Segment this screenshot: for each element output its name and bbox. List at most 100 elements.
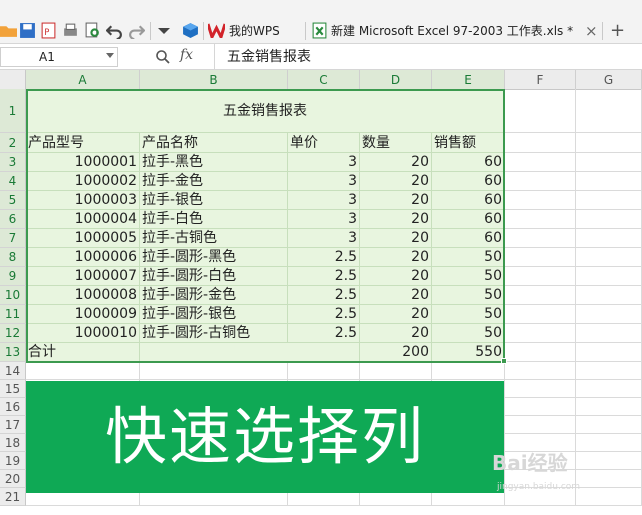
cell[interactable] [505, 153, 576, 172]
header-cell[interactable]: 销售额 [432, 133, 505, 153]
table-cell[interactable]: 拉手-黑色 [140, 153, 288, 172]
cell[interactable] [26, 362, 140, 380]
row-header-16[interactable]: 16 [0, 398, 26, 416]
table-cell[interactable]: 60 [432, 172, 505, 191]
cell[interactable] [505, 267, 576, 286]
formula-input[interactable]: 五金销售报表 [214, 44, 642, 70]
table-cell[interactable]: 2.5 [288, 305, 360, 324]
fill-handle[interactable] [501, 358, 507, 364]
cell[interactable] [360, 362, 432, 380]
cell[interactable] [505, 305, 576, 324]
cell[interactable] [576, 89, 642, 133]
cell[interactable] [576, 416, 642, 434]
undo-icon[interactable] [106, 22, 123, 39]
table-cell[interactable]: 3 [288, 172, 360, 191]
cell[interactable] [576, 210, 642, 229]
cell[interactable] [576, 305, 642, 324]
row-header-9[interactable]: 9 [0, 267, 26, 286]
cell[interactable] [505, 191, 576, 210]
table-cell[interactable]: 拉手-白色 [140, 210, 288, 229]
table-cell[interactable]: 1000004 [26, 210, 140, 229]
table-cell[interactable]: 1000001 [26, 153, 140, 172]
print-preview-icon[interactable] [84, 22, 101, 39]
row-header-11[interactable]: 11 [0, 305, 26, 324]
row-header-4[interactable]: 4 [0, 172, 26, 191]
table-cell[interactable]: 2.5 [288, 248, 360, 267]
cell[interactable] [140, 343, 360, 362]
cell[interactable] [505, 133, 576, 153]
cell[interactable] [576, 488, 642, 506]
row-header-20[interactable]: 20 [0, 470, 26, 488]
table-cell[interactable]: 60 [432, 153, 505, 172]
table-cell[interactable]: 拉手-银色 [140, 191, 288, 210]
table-cell[interactable]: 20 [360, 267, 432, 286]
header-cell[interactable]: 产品型号 [26, 133, 140, 153]
table-cell[interactable]: 20 [360, 191, 432, 210]
table-cell[interactable]: 50 [432, 305, 505, 324]
row-header-13[interactable]: 13 [0, 343, 26, 362]
column-header-a[interactable]: A [26, 70, 140, 90]
cell[interactable] [576, 248, 642, 267]
table-cell[interactable]: 拉手-古铜色 [140, 229, 288, 248]
table-cell[interactable]: 1000007 [26, 267, 140, 286]
cell[interactable] [505, 248, 576, 267]
column-header-f[interactable]: F [505, 70, 576, 90]
table-cell[interactable]: 1000002 [26, 172, 140, 191]
table-cell[interactable]: 60 [432, 210, 505, 229]
total-qty-cell[interactable]: 200 [360, 343, 432, 362]
table-cell[interactable]: 20 [360, 153, 432, 172]
table-cell[interactable]: 60 [432, 229, 505, 248]
table-cell[interactable]: 20 [360, 324, 432, 343]
table-cell[interactable]: 50 [432, 286, 505, 305]
row-header-21[interactable]: 21 [0, 488, 26, 506]
cell[interactable] [576, 229, 642, 248]
table-cell[interactable]: 20 [360, 305, 432, 324]
cell[interactable] [576, 470, 642, 488]
cell[interactable] [576, 324, 642, 343]
row-header-8[interactable]: 8 [0, 248, 26, 267]
redo-icon[interactable] [128, 22, 145, 39]
table-cell[interactable]: 3 [288, 229, 360, 248]
name-box[interactable]: A1 [0, 47, 118, 67]
cell[interactable] [576, 380, 642, 398]
export-pdf-icon[interactable]: P [40, 22, 57, 39]
column-header-c[interactable]: C [288, 70, 360, 90]
table-cell[interactable]: 2.5 [288, 324, 360, 343]
cell[interactable] [576, 286, 642, 305]
header-cell[interactable]: 产品名称 [140, 133, 288, 153]
row-header-1[interactable]: 1 [0, 89, 26, 133]
save-icon[interactable] [19, 22, 36, 39]
table-cell[interactable]: 20 [360, 229, 432, 248]
row-header-7[interactable]: 7 [0, 229, 26, 248]
table-cell[interactable]: 50 [432, 324, 505, 343]
table-cell[interactable]: 1000009 [26, 305, 140, 324]
table-cell[interactable]: 拉手-圆形-古铜色 [140, 324, 288, 343]
table-cell[interactable]: 3 [288, 210, 360, 229]
row-header-2[interactable]: 2 [0, 133, 26, 153]
row-header-17[interactable]: 17 [0, 416, 26, 434]
tab-excel-file[interactable]: 新建 Microsoft Excel 97-2003 工作表.xls * [331, 19, 573, 43]
chevron-down-icon[interactable] [106, 53, 114, 58]
table-cell[interactable]: 60 [432, 191, 505, 210]
table-cell[interactable]: 拉手-圆形-白色 [140, 267, 288, 286]
cell[interactable] [505, 416, 576, 434]
cell[interactable] [505, 324, 576, 343]
print-icon[interactable] [62, 22, 79, 39]
new-tab-icon[interactable]: + [610, 19, 625, 43]
table-cell[interactable]: 3 [288, 191, 360, 210]
wps-cube-icon[interactable] [182, 22, 199, 39]
table-cell[interactable]: 20 [360, 286, 432, 305]
row-header-14[interactable]: 14 [0, 362, 26, 380]
table-cell[interactable]: 拉手-金色 [140, 172, 288, 191]
column-header-g[interactable]: G [576, 70, 642, 90]
cell[interactable] [140, 362, 288, 380]
table-cell[interactable]: 20 [360, 172, 432, 191]
cell[interactable] [576, 172, 642, 191]
folder-icon[interactable] [0, 22, 17, 39]
row-header-18[interactable]: 18 [0, 434, 26, 452]
cell[interactable] [505, 210, 576, 229]
header-cell[interactable]: 数量 [360, 133, 432, 153]
select-all-corner[interactable] [0, 70, 26, 90]
column-header-d[interactable]: D [360, 70, 432, 90]
cell[interactable] [505, 398, 576, 416]
